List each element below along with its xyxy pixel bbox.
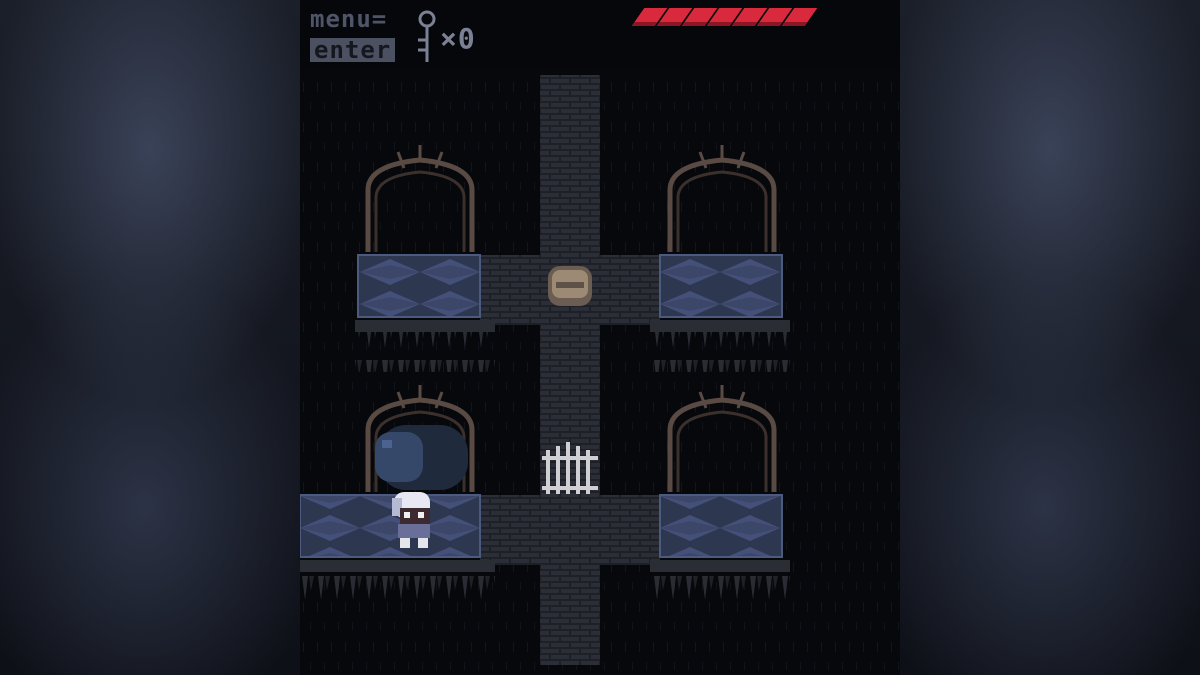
ledge <box>355 320 495 332</box>
stalactites <box>355 332 495 372</box>
ledge <box>650 320 790 332</box>
stalactites <box>300 572 495 612</box>
tile-platform <box>659 494 783 558</box>
tile-platform <box>300 494 481 558</box>
stalactites <box>650 332 790 372</box>
game-viewport[interactable]: menu= enter ×0 <box>300 0 900 675</box>
blurred-background-left <box>0 0 300 675</box>
brick-bridge-bottom <box>480 495 660 565</box>
health-bar <box>631 8 818 26</box>
blurred-background-right <box>900 0 1200 675</box>
boulder <box>548 266 592 306</box>
menu-hint-label: menu= <box>310 5 388 33</box>
enter-key-badge: enter <box>310 38 396 62</box>
blue-slime-enemy <box>375 425 468 490</box>
ledge <box>300 560 495 572</box>
stalactites <box>650 572 790 612</box>
key-count: ×0 <box>440 22 476 55</box>
game-scene <box>300 10 900 675</box>
brick-column <box>540 75 600 665</box>
tile-platform <box>659 254 783 318</box>
ledge <box>650 560 790 572</box>
tile-platform <box>357 254 481 318</box>
key-icon <box>418 10 436 62</box>
